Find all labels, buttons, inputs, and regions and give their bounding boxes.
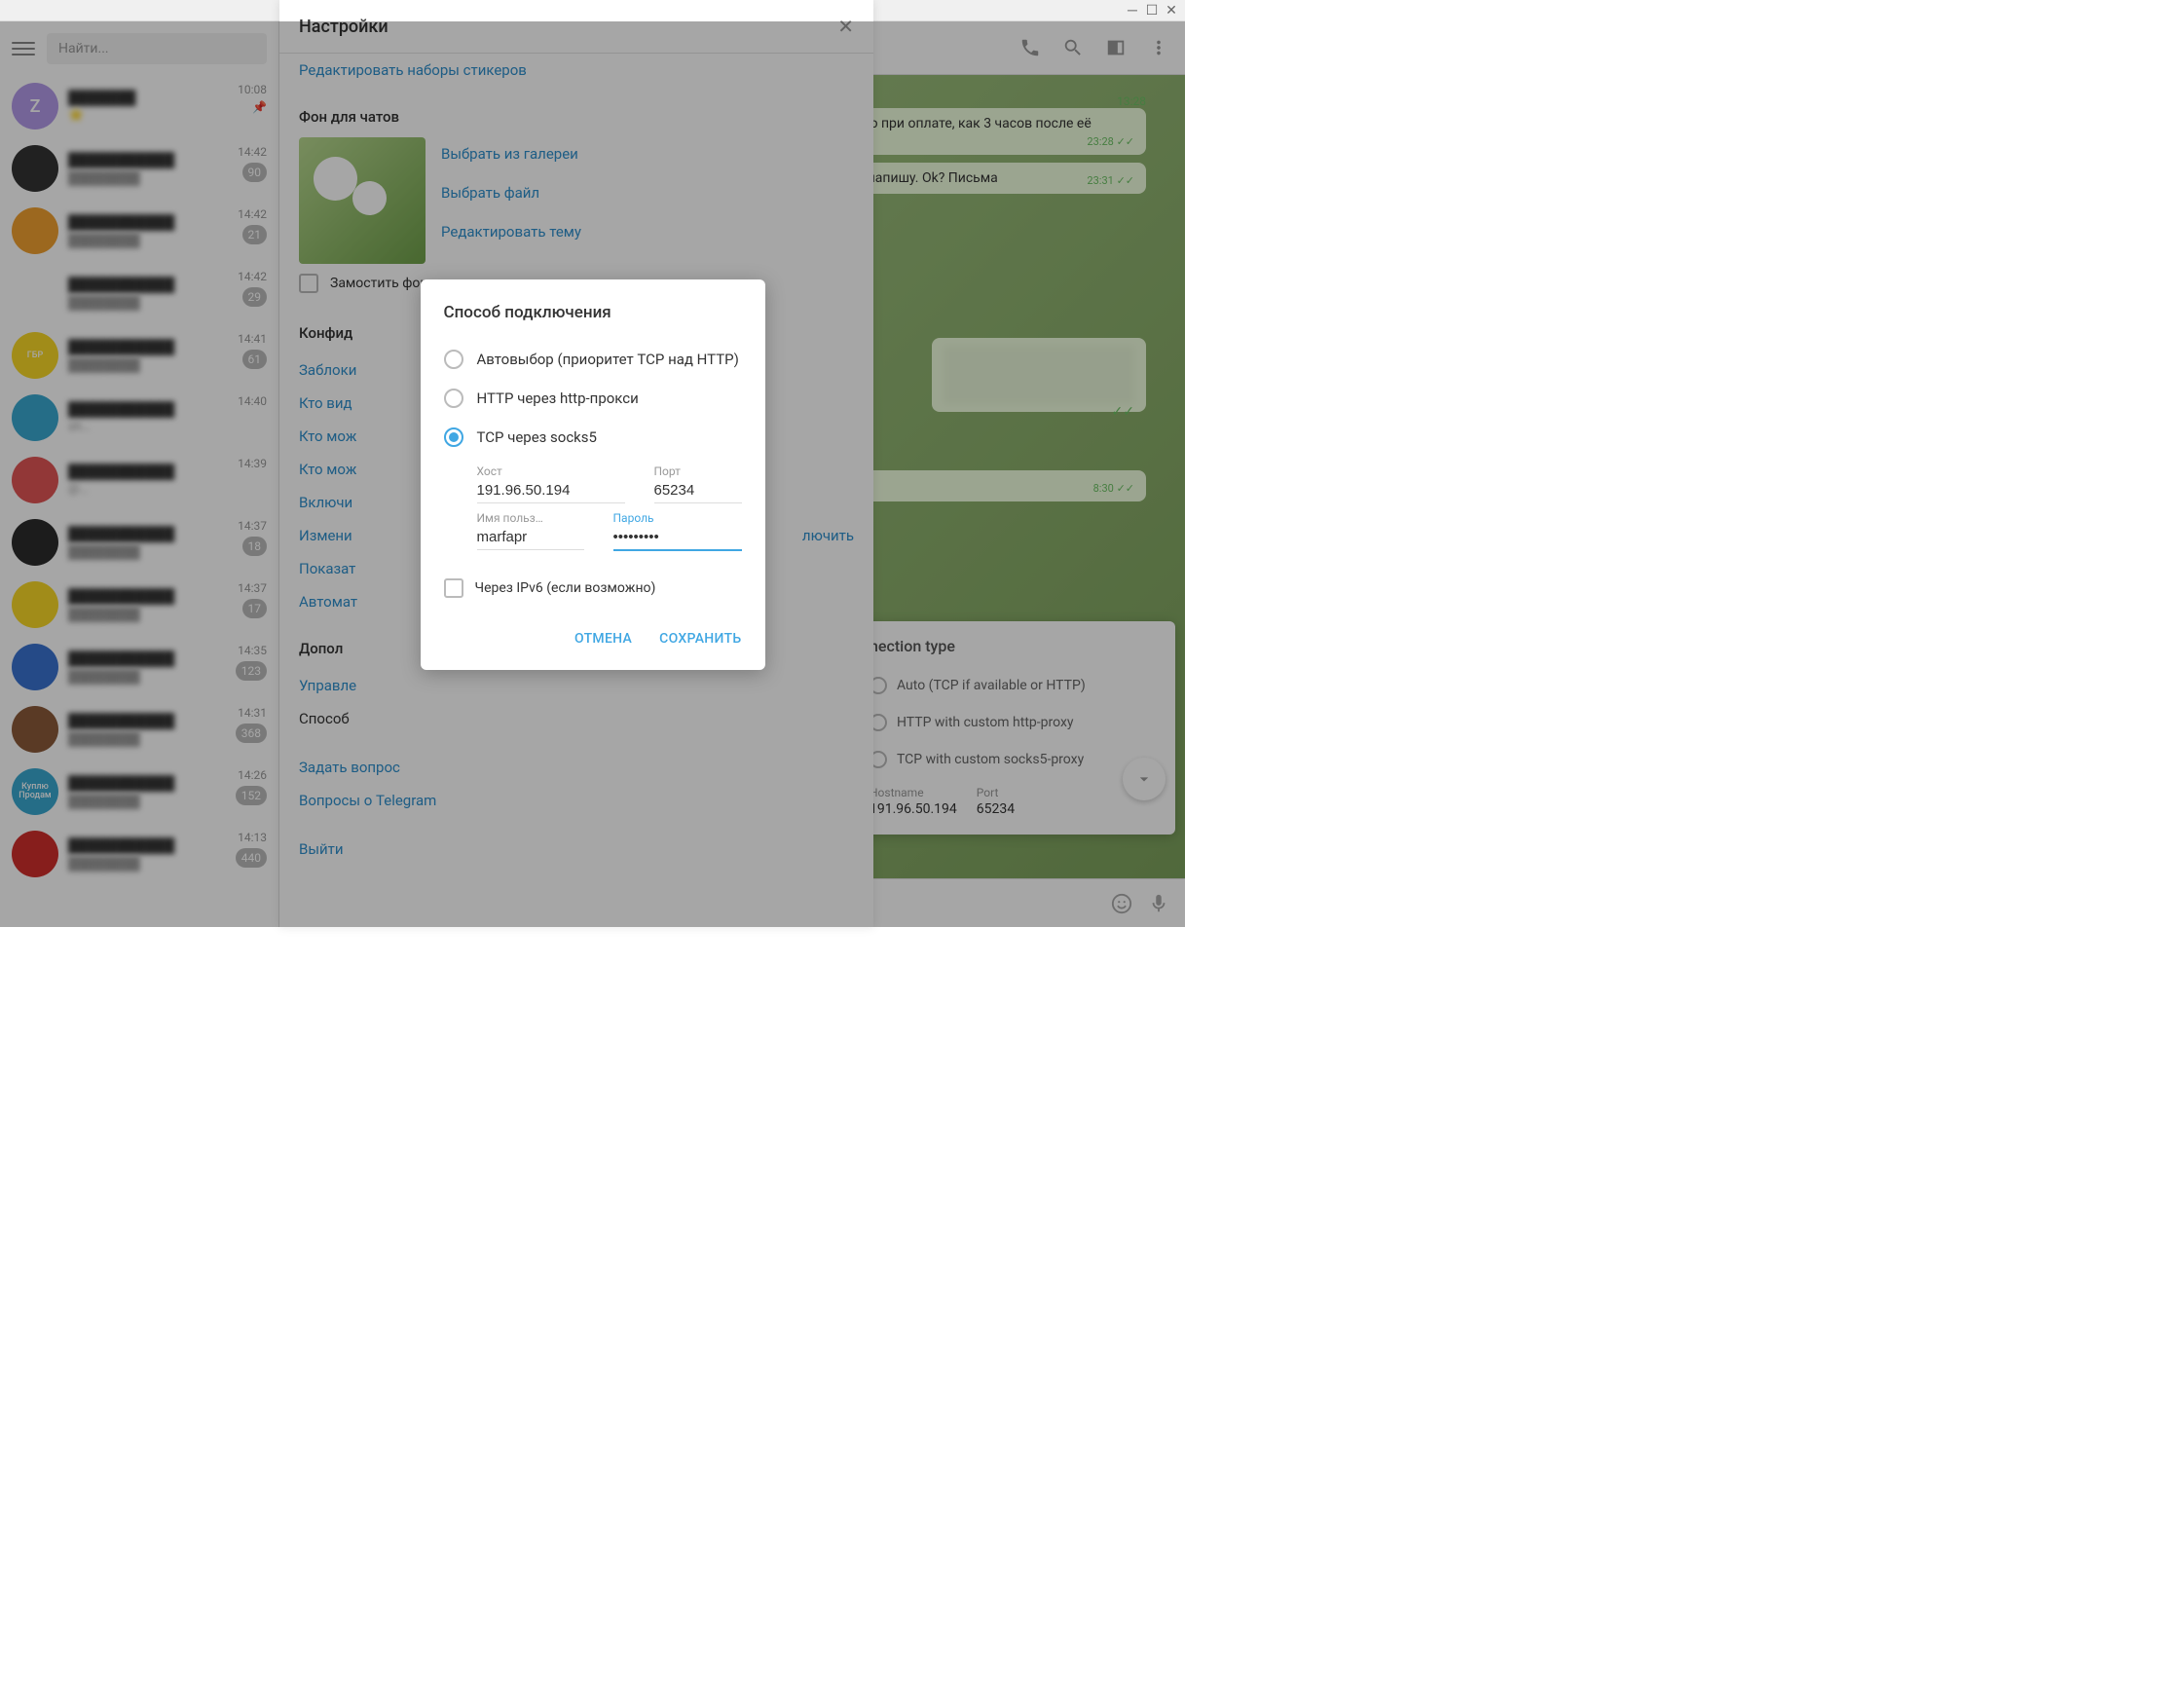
username-input[interactable] [477,525,584,550]
radio-http[interactable]: HTTP через http-прокси [444,379,742,418]
maximize-icon[interactable]: ☐ [1146,5,1158,17]
radio-tcp[interactable]: TCP через socks5 [444,418,742,457]
radio-icon [444,427,463,447]
password-input[interactable] [613,525,742,551]
host-input[interactable] [477,478,625,503]
port-label: Порт [654,464,742,478]
radio-icon [444,350,463,369]
username-label: Имя польз… [477,511,584,525]
radio-auto[interactable]: Автовыбор (приоритет TCP над HTTP) [444,340,742,379]
radio-auto-label: Автовыбор (приоритет TCP над HTTP) [477,351,739,368]
radio-http-label: HTTP через http-прокси [477,390,639,407]
popup-title: Способ подключения [444,303,742,322]
save-button[interactable]: СОХРАНИТЬ [659,631,741,647]
ipv6-checkbox[interactable] [444,578,463,598]
radio-tcp-label: TCP через socks5 [477,428,597,446]
host-label: Хост [477,464,625,478]
minimize-icon[interactable]: ─ [1127,5,1138,17]
close-window-icon[interactable]: ✕ [1166,5,1177,17]
connection-popup: Способ подключения Автовыбор (приоритет … [421,279,765,670]
cancel-button[interactable]: ОТМЕНА [574,631,632,647]
port-input[interactable] [654,478,742,503]
modal-overlay[interactable]: Способ подключения Автовыбор (приоритет … [0,21,1185,927]
ipv6-label: Через IPv6 (если возможно) [475,580,656,596]
radio-icon [444,389,463,408]
password-label: Пароль [613,511,742,525]
